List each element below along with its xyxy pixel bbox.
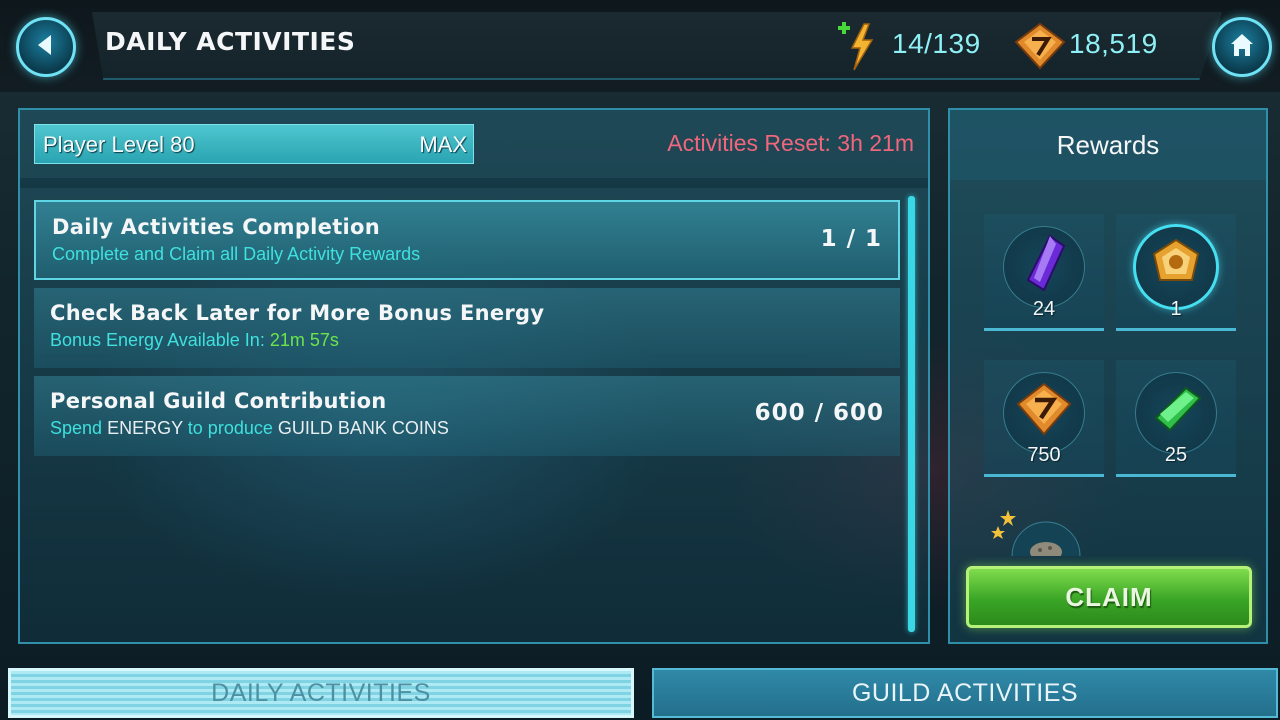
star-orb-icon bbox=[991, 510, 1081, 556]
level-max-badge: MAX bbox=[419, 132, 467, 157]
reward-quantity: 750 bbox=[1027, 444, 1061, 466]
subtitle-text: to produce bbox=[187, 418, 273, 438]
activity-subtitle: Bonus Energy Available In: 21m 57s bbox=[50, 330, 339, 351]
bonus-energy-timer: 21m 57s bbox=[269, 330, 339, 350]
subtitle-coins: GUILD BANK COINS bbox=[277, 418, 449, 438]
reward-quantity: 25 bbox=[1164, 444, 1188, 466]
activity-title: Check Back Later for More Bonus Energy bbox=[50, 301, 545, 325]
claim-label: CLAIM bbox=[1065, 581, 1153, 612]
scrollbar[interactable] bbox=[908, 196, 915, 632]
tab-daily-activities[interactable]: DAILY ACTIVITIES bbox=[8, 668, 634, 718]
activity-title: Personal Guild Contribution bbox=[50, 389, 387, 413]
activity-row-guild-contribution[interactable]: Personal Guild Contribution Spend ENERGY… bbox=[34, 376, 900, 456]
claim-button[interactable]: CLAIM bbox=[966, 566, 1252, 628]
top-bar: DAILY ACTIVITIES 14/139 18,519 bbox=[0, 0, 1280, 92]
reward-item[interactable]: 24 bbox=[984, 214, 1104, 331]
guild-coin-icon bbox=[1016, 382, 1072, 436]
activities-reset-timer: Activities Reset: 3h 21m bbox=[667, 130, 914, 156]
green-ticket-icon bbox=[1154, 386, 1202, 432]
rewards-header: Rewards bbox=[950, 110, 1266, 180]
header-divider bbox=[20, 178, 928, 188]
rewards-panel: Rewards 24 1 750 25 CLAIM bbox=[948, 108, 1268, 644]
reward-item[interactable]: 25 bbox=[1116, 360, 1236, 477]
home-button[interactable] bbox=[1212, 17, 1272, 77]
activities-panel: Player Level 80 MAX Activities Reset: 3h… bbox=[18, 108, 930, 644]
tab-guild-activities[interactable]: GUILD ACTIVITIES bbox=[652, 668, 1278, 718]
activity-title: Daily Activities Completion bbox=[52, 215, 381, 239]
energy-counter: 14/139 bbox=[892, 28, 981, 59]
subtitle-energy: ENERGY bbox=[107, 418, 183, 438]
reward-quantity: 1 bbox=[1170, 298, 1182, 320]
activity-subtitle: Complete and Claim all Daily Activity Re… bbox=[52, 244, 421, 264]
activity-progress: 600 / 600 bbox=[754, 400, 884, 426]
rewards-title: Rewards bbox=[1056, 130, 1160, 160]
activity-progress: 1 / 1 bbox=[820, 226, 882, 252]
player-level-bar: Player Level 80 MAX bbox=[34, 124, 474, 164]
page-title: DAILY ACTIVITIES bbox=[105, 27, 356, 56]
reward-item-partial[interactable] bbox=[990, 506, 1110, 556]
purple-crystal-icon bbox=[1026, 234, 1066, 292]
home-icon bbox=[1228, 31, 1256, 63]
back-button[interactable] bbox=[16, 17, 76, 77]
reward-item[interactable]: 750 bbox=[984, 360, 1104, 477]
gold-emblem-icon bbox=[1152, 238, 1200, 281]
guild-coin-icon bbox=[1014, 22, 1066, 70]
coin-counter: 18,519 bbox=[1069, 28, 1158, 59]
player-level-label: Player Level 80 bbox=[43, 132, 195, 157]
subtitle-text: Spend bbox=[50, 418, 103, 438]
activity-row-daily-completion[interactable]: Daily Activities Completion Complete and… bbox=[34, 200, 900, 280]
reward-quantity: 24 bbox=[1032, 298, 1056, 320]
activity-subtitle: Spend ENERGY to produce GUILD BANK COINS bbox=[50, 418, 449, 439]
bonus-energy-label: Bonus Energy Available In: bbox=[50, 330, 265, 350]
back-arrow-icon bbox=[33, 32, 59, 62]
energy-icon bbox=[834, 18, 882, 74]
reward-item[interactable]: 1 bbox=[1116, 214, 1236, 331]
activity-row-bonus-energy[interactable]: Check Back Later for More Bonus Energy B… bbox=[34, 288, 900, 368]
